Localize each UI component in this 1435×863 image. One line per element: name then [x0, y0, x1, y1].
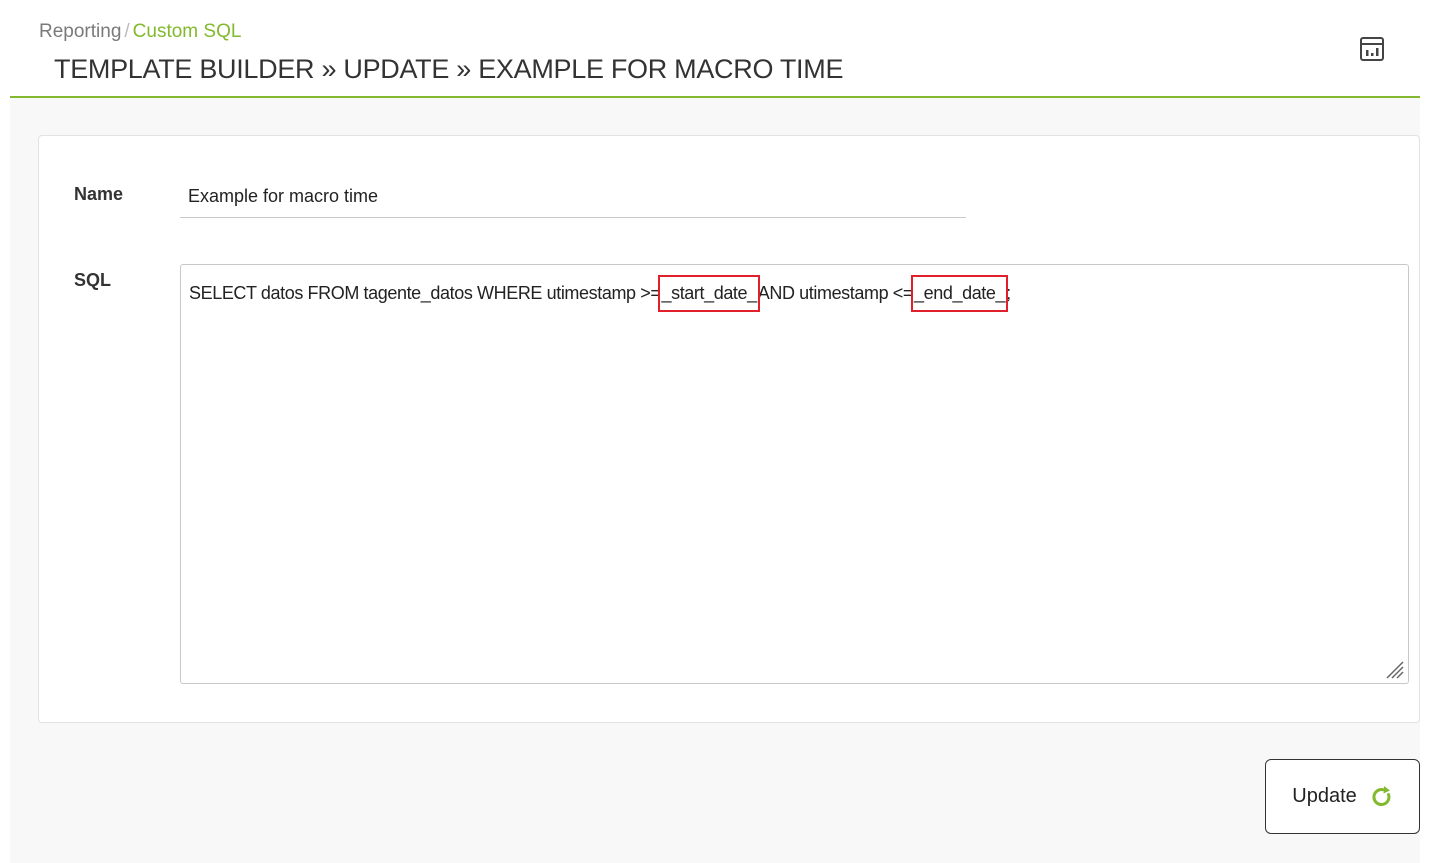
sql-label: SQL [74, 270, 112, 290]
breadcrumb-separator: / [124, 21, 130, 42]
start-date-macro: _start_date_ [658, 275, 760, 312]
resize-handle-icon[interactable] [1381, 656, 1405, 680]
refresh-icon [1371, 785, 1393, 808]
breadcrumb: Reporting / Custom SQL [39, 21, 241, 43]
update-button[interactable]: Update [1265, 759, 1420, 834]
end-date-macro: _end_date_ [911, 275, 1009, 312]
sql-text-part: SELECT datos FROM tagente_datos WHERE ut… [189, 283, 661, 303]
template-form-panel: Name SQL SELECT datos FROM tagente_datos… [38, 135, 1420, 723]
sql-query-text: SELECT datos FROM tagente_datos WHERE ut… [189, 275, 1400, 312]
breadcrumb-custom-sql[interactable]: Custom SQL [133, 21, 242, 42]
sql-text-part: ; [1006, 283, 1011, 303]
update-button-label: Update [1292, 785, 1357, 807]
name-input[interactable] [180, 176, 966, 218]
sql-textarea[interactable]: SELECT datos FROM tagente_datos WHERE ut… [180, 264, 1409, 684]
name-label: Name [74, 184, 124, 204]
report-view-icon[interactable] [1359, 36, 1385, 62]
page-title: TEMPLATE BUILDER » UPDATE » EXAMPLE FOR … [54, 54, 844, 84]
page-header: Reporting / Custom SQL TEMPLATE BUILDER » … [10, 10, 1420, 98]
sql-text-part: AND utimestamp <= [757, 283, 914, 303]
breadcrumb-reporting-link[interactable]: Reporting [39, 21, 121, 42]
